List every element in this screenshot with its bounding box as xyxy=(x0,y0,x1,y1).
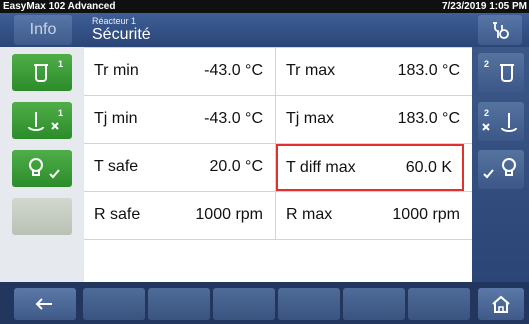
lightbulb-check-icon xyxy=(483,158,516,179)
r-safe-cell[interactable]: R safe 1000 rpm xyxy=(84,191,275,239)
param-label: R safe xyxy=(94,206,141,223)
home-button[interactable] xyxy=(478,288,524,320)
param-value: 1000 rpm xyxy=(195,206,263,223)
param-label: R max xyxy=(286,206,333,223)
tj-max-cell[interactable]: Tj max 183.0 °C xyxy=(276,95,472,143)
param-label: Tr max xyxy=(286,62,336,79)
bottom-slot[interactable] xyxy=(343,288,405,320)
param-value: 1000 rpm xyxy=(392,206,460,223)
home-icon xyxy=(492,295,510,313)
light-1-button[interactable] xyxy=(12,150,72,187)
empty-left-slot[interactable] xyxy=(12,198,72,235)
r-max-cell[interactable]: R max 1000 rpm xyxy=(276,191,472,239)
tr-min-cell[interactable]: Tr min -43.0 °C xyxy=(84,47,275,95)
reactor-icon xyxy=(500,64,514,82)
context-subtitle: Réacteur 1 xyxy=(92,16,137,26)
datetime: 7/23/2019 1:05 PM xyxy=(441,1,527,12)
bottom-slot[interactable] xyxy=(83,288,145,320)
bottom-navigation xyxy=(0,282,529,324)
stirrer-1-button[interactable]: 1 xyxy=(12,102,72,139)
reactor-1-button[interactable]: 1 xyxy=(12,54,72,91)
empty-right-slot xyxy=(478,198,524,237)
t-diff-max-cell[interactable]: T diff max 60.0 K xyxy=(276,144,464,191)
reactor-2-button[interactable]: 2 xyxy=(478,53,524,92)
divider xyxy=(84,239,472,240)
reactor-number: 1 xyxy=(58,59,64,69)
param-value: 183.0 °C xyxy=(397,62,460,79)
param-value: 60.0 K xyxy=(405,159,452,176)
back-button[interactable] xyxy=(14,288,76,320)
param-value: 20.0 °C xyxy=(209,158,263,175)
lightbulb-check-icon xyxy=(29,158,60,179)
param-label: Tj max xyxy=(286,110,334,127)
back-arrow-icon xyxy=(35,298,52,310)
tr-max-cell[interactable]: Tr max 183.0 °C xyxy=(276,47,472,95)
bottom-slot[interactable] xyxy=(408,288,470,320)
device-name: EasyMax 102 Advanced xyxy=(3,1,116,12)
safety-parameters-grid: Tr min -43.0 °C Tr max 183.0 °C Tj min -… xyxy=(84,47,472,282)
t-safe-cell[interactable]: T safe 20.0 °C xyxy=(84,143,275,191)
stirrer-disabled-icon xyxy=(482,113,517,132)
page-title: Sécurité xyxy=(92,26,151,43)
param-value: -43.0 °C xyxy=(204,62,263,79)
param-label: Tj min xyxy=(94,110,138,127)
tj-min-cell[interactable]: Tj min -43.0 °C xyxy=(84,95,275,143)
bottom-slot[interactable] xyxy=(148,288,210,320)
bottom-slot[interactable] xyxy=(213,288,275,320)
info-button[interactable]: Info xyxy=(14,15,72,45)
param-label: T safe xyxy=(94,158,139,175)
param-label: T diff max xyxy=(286,159,356,176)
stirrer-number: 1 xyxy=(58,108,64,118)
bottom-slot[interactable] xyxy=(278,288,340,320)
param-value: -43.0 °C xyxy=(204,110,263,127)
tools-icon xyxy=(493,22,509,39)
light-2-button[interactable] xyxy=(478,150,524,189)
param-label: Tr min xyxy=(94,62,139,79)
stirrer-2-button[interactable]: 2 xyxy=(478,102,524,141)
param-value: 183.0 °C xyxy=(397,110,460,127)
tools-button[interactable] xyxy=(478,15,522,45)
status-bar: EasyMax 102 Advanced 7/23/2019 1:05 PM xyxy=(0,0,529,13)
header: Info Réacteur 1 Sécurité xyxy=(0,13,529,47)
